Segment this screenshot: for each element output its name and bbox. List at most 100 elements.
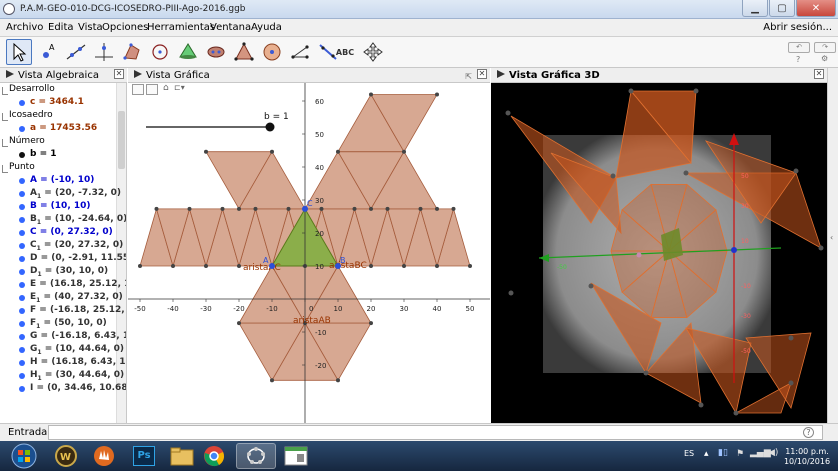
start-button[interactable] [4, 443, 44, 469]
undo-button[interactable]: ↶ [788, 42, 810, 53]
algebra-object-row[interactable]: A1 = (20, -7.32, 0) [0, 188, 121, 201]
settings-gear-icon[interactable]: ⚙ [821, 54, 828, 63]
visibility-toggle-icon[interactable] [19, 191, 25, 197]
visibility-toggle-icon[interactable] [19, 126, 25, 132]
net-vertex[interactable] [270, 149, 274, 154]
net-vertex[interactable] [385, 206, 390, 211]
vertex-3d[interactable] [505, 110, 511, 116]
net-vertex[interactable] [435, 92, 439, 97]
net-vertex[interactable] [220, 206, 225, 211]
net-vertex[interactable] [319, 206, 324, 211]
algebra-object-row[interactable]: C1 = (20, 27.32, 0) [0, 240, 123, 253]
algebra-object-row[interactable]: E = (16.18, 25.12, 1 [0, 279, 126, 292]
algebra-object-row[interactable]: H1 = (30, 44.64, 0) [0, 370, 124, 383]
menu-edita[interactable]: Edita [48, 22, 74, 33]
vertex-3d[interactable] [698, 402, 704, 408]
flag-icon[interactable]: ⚑ [736, 449, 744, 459]
point-a[interactable] [269, 263, 275, 269]
pyramid-tool[interactable] [175, 39, 201, 65]
visibility-toggle-icon[interactable] [19, 178, 25, 184]
graphics-view[interactable]: -50 -40 -30 -20 -10 10 20 30 40 50 60 50 40 30 20 10 -10… [128, 83, 490, 423]
graphics-canvas[interactable]: -50 -40 -30 -20 -10 10 20 30 40 50 60 50 40 30 20 10 -10… [128, 83, 490, 423]
vertex-3d[interactable] [628, 88, 634, 94]
net-vertex[interactable] [402, 264, 406, 268]
point-capture-dropdown[interactable]: ⊏▾ [174, 83, 185, 92]
algebra-object-row[interactable]: F = (-16.18, 25.12, [0, 305, 125, 318]
visibility-toggle-icon[interactable] [19, 373, 25, 379]
visibility-toggle-icon[interactable] [19, 282, 25, 288]
algebra-object-row[interactable]: A = (-10, 10) [0, 175, 94, 188]
algebra-group-header[interactable]: Número [0, 136, 45, 149]
minimize-button[interactable]: ▁ [742, 0, 768, 17]
vertex-3d[interactable] [733, 410, 739, 416]
visibility-toggle-icon[interactable] [19, 230, 25, 236]
close-window-button[interactable]: ✕ [796, 0, 836, 17]
vertex-3d[interactable] [788, 380, 794, 386]
perpendicular-line-tool[interactable] [91, 39, 117, 65]
net-vertex[interactable] [237, 264, 241, 268]
move-tool[interactable] [6, 39, 32, 65]
net-vertex[interactable] [369, 321, 373, 326]
net-vertex[interactable] [369, 206, 373, 211]
clock[interactable]: 11:00 p.m. 10/10/2016 [780, 447, 834, 467]
vertex-3d[interactable] [818, 245, 824, 251]
taskbar-app-photoshop[interactable]: Ps [126, 443, 162, 469]
input-help-icon[interactable]: ? [803, 427, 814, 438]
vertex-3d[interactable] [508, 290, 514, 296]
taskbar-app-geogebra[interactable] [236, 443, 276, 469]
net-vertex[interactable] [286, 206, 291, 211]
algebra-object-row[interactable]: G1 = (10, 44.64, 0) [0, 344, 124, 357]
menu-opciones[interactable]: Opciones [102, 22, 148, 33]
algebra-view[interactable]: Desarrollo c = 3464.1 Icosaedro a = 17453.5… [0, 83, 127, 423]
volume-icon[interactable]: ◀) [768, 448, 778, 458]
algebra-object-row[interactable]: b = 1 [0, 149, 57, 162]
algebra-object-row[interactable]: C = (0, 27.32, 0) [0, 227, 113, 240]
net-vertex[interactable] [138, 264, 142, 268]
vertex-3d[interactable] [643, 370, 649, 376]
visibility-toggle-icon[interactable] [19, 217, 25, 223]
algebra-object-row[interactable]: c = 3464.1 [0, 97, 84, 110]
show-axes-toggle[interactable] [132, 84, 144, 95]
sign-in-link[interactable]: Abrir sesión... [763, 22, 832, 33]
network-icon[interactable]: ▮▯ [718, 448, 728, 458]
net-vertex[interactable] [204, 264, 208, 268]
vertex-3d[interactable] [788, 335, 794, 341]
net-vertex[interactable] [187, 206, 192, 211]
visibility-toggle-icon[interactable] [19, 204, 25, 210]
slider-handle[interactable] [265, 122, 275, 132]
net-vertex[interactable] [336, 149, 340, 154]
redo-button[interactable]: ↷ [814, 42, 836, 53]
text-tool[interactable]: ABC [333, 39, 357, 65]
chevron-left-icon[interactable]: ‹ [830, 233, 833, 242]
close-algebra-view-button[interactable]: ✕ [114, 69, 124, 79]
net-vertex[interactable] [253, 206, 258, 211]
visibility-toggle-icon[interactable] [19, 100, 25, 106]
visibility-toggle-icon[interactable] [19, 308, 25, 314]
net-vertex[interactable] [270, 378, 274, 383]
move-view-tool[interactable] [360, 39, 386, 65]
vertex-3d[interactable] [610, 173, 616, 179]
menu-ayuda[interactable]: Ayuda [251, 22, 282, 33]
algebra-object-row[interactable]: a = 17453.56 [0, 123, 97, 136]
algebra-object-row[interactable]: B = (10, 10) [0, 201, 91, 214]
vertex-3d[interactable] [683, 170, 689, 176]
input-field[interactable] [48, 425, 823, 440]
algebra-object-row[interactable]: G = (-16.18, 6.43, 1 [0, 331, 126, 344]
visibility-toggle-icon[interactable] [19, 347, 25, 353]
algebra-object-row[interactable]: H = (16.18, 6.43, 18 [0, 357, 126, 370]
taskbar-app-hands[interactable] [86, 443, 122, 469]
menu-herramientas[interactable]: Herramientas [147, 22, 215, 33]
language-indicator[interactable]: ES [684, 449, 694, 458]
visibility-toggle-icon[interactable] [19, 360, 25, 366]
algebra-group-header[interactable]: Icosaedro [0, 110, 53, 123]
net-vertex[interactable] [369, 92, 373, 97]
right-side-handle[interactable]: ‹ [827, 68, 838, 423]
collapse-triangle-icon[interactable] [134, 70, 142, 78]
visibility-toggle-icon[interactable] [19, 152, 25, 158]
vertex-3d[interactable] [693, 88, 699, 94]
net-vertex[interactable] [418, 206, 423, 211]
taskbar-app-wow[interactable]: W [48, 443, 84, 469]
net-vertex[interactable] [204, 149, 208, 154]
algebra-object-row[interactable]: D = (0, -2.91, 11.55) [0, 253, 126, 266]
angle-tool[interactable] [231, 39, 257, 65]
